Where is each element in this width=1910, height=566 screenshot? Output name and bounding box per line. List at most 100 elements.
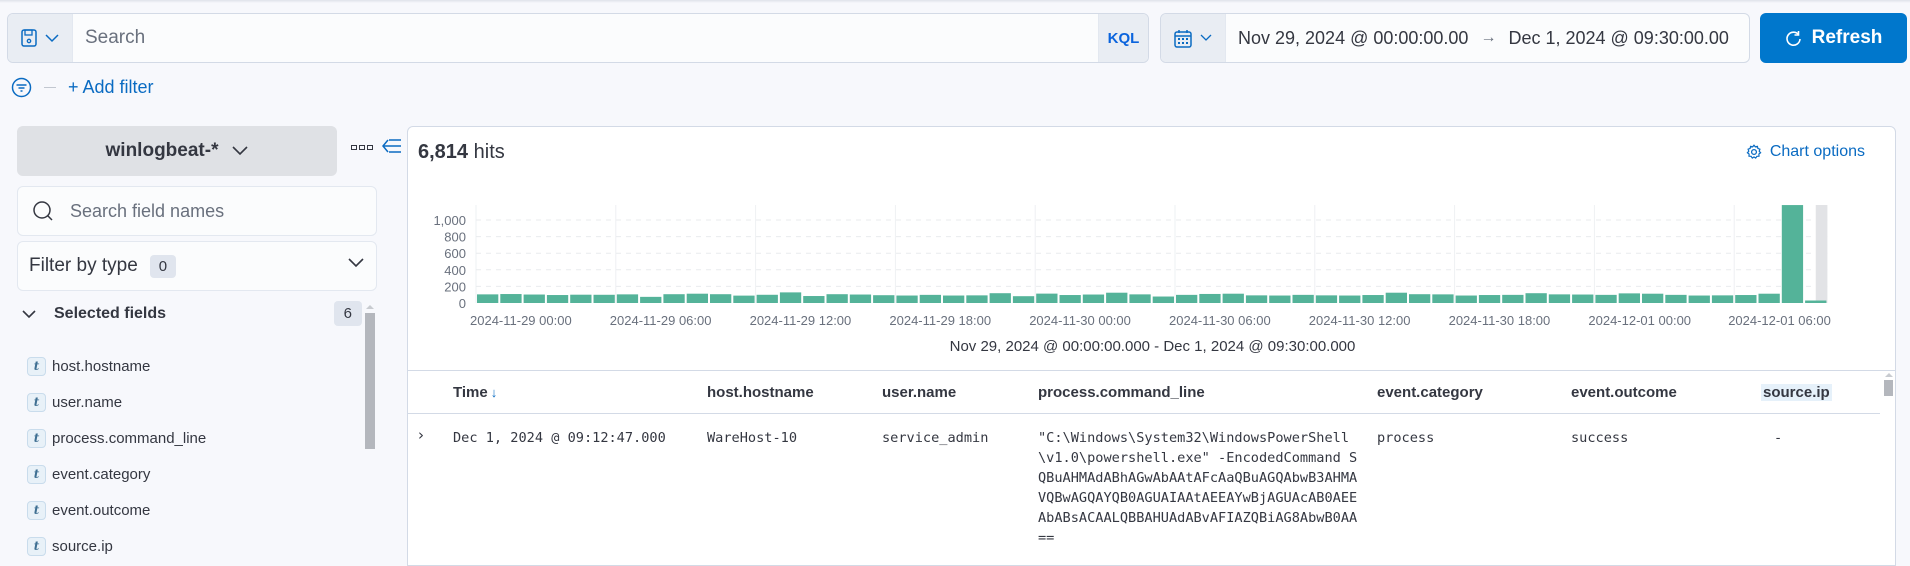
histogram-bar[interactable] (1059, 295, 1081, 303)
selected-fields-toggle[interactable]: Selected fields 6 (22, 300, 364, 328)
histogram-bar[interactable] (1012, 296, 1035, 303)
field-item-event-outcome[interactable]: t event.outcome (27, 492, 206, 528)
more-options-icon[interactable] (351, 145, 373, 150)
histogram-bar[interactable] (1245, 295, 1268, 303)
field-item-event-category[interactable]: t event.category (27, 456, 206, 492)
histogram-bar[interactable] (477, 294, 499, 303)
field-item-user-name[interactable]: t user.name (27, 384, 206, 420)
histogram-bar[interactable] (1339, 295, 1361, 303)
kql-toggle[interactable]: KQL (1098, 14, 1148, 62)
histogram-bar[interactable] (1362, 295, 1384, 303)
histogram-bar[interactable] (1618, 293, 1640, 303)
histogram-bar[interactable] (640, 296, 662, 303)
histogram-bar[interactable] (1781, 205, 1804, 303)
column-header-time[interactable]: Time ↓ (453, 384, 497, 401)
histogram-bar[interactable] (500, 294, 522, 303)
histogram-bar[interactable] (1292, 294, 1314, 303)
scroll-up-icon[interactable] (1885, 373, 1893, 377)
filter-by-type-button[interactable]: Filter by type 0 (17, 241, 377, 291)
column-header-user-name[interactable]: user.name (882, 384, 956, 401)
histogram-bar[interactable] (1036, 293, 1058, 303)
histogram-bar[interactable] (919, 294, 941, 303)
histogram-bar[interactable] (1106, 292, 1128, 303)
histogram-bar[interactable] (1152, 296, 1174, 303)
quick-date-menu-button[interactable] (1161, 14, 1226, 62)
column-header-source-ip[interactable]: source.ip (1761, 384, 1832, 401)
y-tick-label: 200 (444, 279, 466, 294)
histogram-bar[interactable] (1385, 292, 1407, 303)
histogram-bar[interactable] (523, 294, 545, 303)
chart-options-button[interactable]: Chart options (1746, 143, 1865, 161)
histogram-bar[interactable] (616, 294, 639, 303)
histogram-bar[interactable] (1455, 295, 1477, 303)
field-item-host-hostname[interactable]: t host.hostname (27, 348, 206, 384)
column-header-event-category[interactable]: event.category (1377, 384, 1483, 401)
histogram-bar[interactable] (1665, 294, 1687, 303)
histogram-bar[interactable] (873, 295, 895, 303)
histogram-bar[interactable] (1711, 295, 1734, 303)
scrollbar-thumb[interactable] (1884, 380, 1893, 396)
scroll-up-icon[interactable] (366, 305, 374, 309)
histogram-bar[interactable] (710, 294, 732, 303)
start-date[interactable]: Nov 29, 2024 @ 00:00:00.00 (1238, 28, 1468, 49)
histogram-bar[interactable] (593, 294, 615, 303)
histogram-bar[interactable] (1199, 293, 1221, 303)
histogram-bar[interactable] (1548, 294, 1571, 303)
histogram-bar[interactable] (1805, 300, 1827, 303)
histogram-bar[interactable] (896, 295, 918, 303)
histogram-bar[interactable] (1758, 293, 1780, 303)
histogram-bar[interactable] (1642, 293, 1664, 303)
histogram-bar[interactable] (686, 293, 708, 303)
histogram-bar[interactable] (1129, 294, 1151, 303)
column-header-process-command-line[interactable]: process.command_line (1038, 384, 1205, 401)
histogram-bar[interactable] (733, 295, 755, 303)
histogram-chart[interactable]: 0 200400 600800 1,000 2024-11-29 00:00 2024-1… (408, 187, 1897, 337)
end-date[interactable]: Dec 1, 2024 @ 09:30:00.00 (1508, 28, 1728, 49)
histogram-bar[interactable] (803, 296, 825, 303)
histogram-bar[interactable] (826, 294, 848, 303)
histogram-bar[interactable] (1432, 294, 1454, 303)
filter-icon[interactable] (11, 77, 32, 98)
histogram-bar[interactable] (1688, 295, 1710, 303)
scrollbar-thumb[interactable] (365, 313, 375, 449)
cell-user-name: service_admin (882, 430, 989, 446)
histogram-bar[interactable] (849, 294, 872, 303)
histogram-bar[interactable] (1269, 295, 1291, 303)
histogram-bar[interactable] (1595, 294, 1617, 303)
histogram-bar[interactable] (663, 294, 685, 303)
cell-event-outcome: success (1571, 430, 1629, 446)
histogram-bar[interactable] (779, 292, 802, 303)
field-item-source-ip[interactable]: t source.ip (27, 528, 206, 564)
field-search-input[interactable] (68, 199, 348, 223)
histogram-bar[interactable] (1502, 294, 1524, 303)
histogram-bar[interactable] (1409, 294, 1431, 303)
table-scrollbar[interactable] (1884, 373, 1894, 396)
sidebar-scrollbar[interactable] (365, 305, 375, 450)
histogram-bar[interactable] (1478, 295, 1501, 303)
sort-descending-icon[interactable]: ↓ (491, 385, 498, 400)
refresh-button[interactable]: Refresh (1760, 13, 1907, 63)
field-item-process-command-line[interactable]: t process.command_line (27, 420, 206, 456)
histogram-bar[interactable] (1525, 293, 1547, 303)
column-header-event-outcome[interactable]: event.outcome (1571, 384, 1677, 401)
search-input[interactable] (73, 14, 1098, 62)
column-header-host-hostname[interactable]: host.hostname (707, 384, 814, 401)
saved-query-button[interactable] (8, 14, 73, 62)
histogram-bar[interactable] (570, 294, 592, 303)
index-pattern-selector[interactable]: winlogbeat-* (17, 126, 337, 176)
expand-row-icon[interactable]: › (418, 426, 424, 444)
histogram-bar[interactable] (1222, 293, 1244, 303)
histogram-bar[interactable] (756, 294, 778, 303)
add-filter-button[interactable]: + Add filter (68, 77, 154, 98)
histogram-bar[interactable] (1082, 294, 1105, 303)
histogram-bar[interactable] (989, 293, 1011, 303)
histogram-bar[interactable] (1176, 294, 1198, 303)
histogram-bar[interactable] (966, 295, 988, 303)
histogram-bar[interactable] (943, 295, 965, 303)
histogram-bar[interactable] (1572, 294, 1594, 303)
histogram-bar[interactable] (546, 295, 569, 303)
histogram-bar[interactable] (1315, 295, 1338, 303)
collapse-sidebar-icon[interactable] (382, 138, 402, 154)
save-icon (21, 29, 37, 47)
histogram-bar[interactable] (1735, 295, 1757, 303)
